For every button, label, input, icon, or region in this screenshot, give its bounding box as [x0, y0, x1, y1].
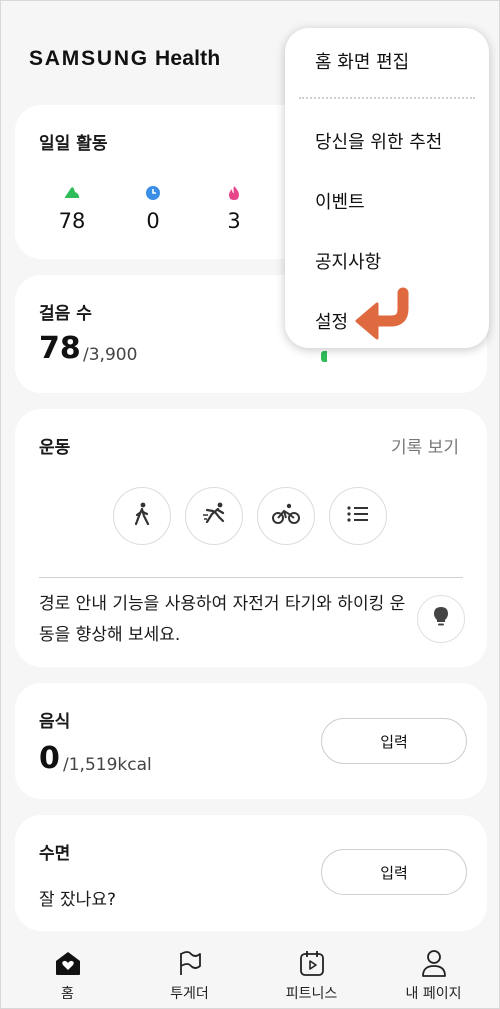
food-value: 0: [39, 741, 60, 776]
nav-home-label: 홈: [61, 986, 74, 1002]
food-title: 음식: [39, 712, 71, 732]
curved-arrow-icon: [353, 287, 417, 345]
lightbulb-icon: [433, 606, 449, 632]
shoe-icon: [52, 185, 92, 205]
steps-progress-indicator: [321, 351, 327, 362]
exercise-history-link[interactable]: 기록 보기: [391, 433, 459, 458]
activity-minutes: 0: [133, 185, 173, 233]
menu-item-recommendations[interactable]: 당신을 위한 추천: [315, 128, 442, 154]
food-goal: /1,519kcal: [63, 755, 152, 775]
steps-goal: /3,900: [83, 345, 138, 365]
exercise-card: 운동 기록 보기 경로 안내 기능을 사용하여 자전거 타기와 하이킹 운동을 …: [15, 409, 487, 667]
activity-calories-value: 3: [227, 209, 241, 233]
menu-item-settings[interactable]: 설정: [315, 308, 348, 334]
nav-home[interactable]: 홈: [5, 941, 130, 1003]
nav-fitness[interactable]: 피트니스: [249, 941, 374, 1003]
menu-separator: [299, 97, 475, 99]
daily-activity-title: 일일 활동: [39, 134, 108, 154]
sleep-card[interactable]: 수면 잘 잤나요? 입력: [15, 815, 487, 931]
bottom-navigation: 홈 투게더 피트니스 내 페이지: [1, 941, 499, 1008]
walking-button[interactable]: [113, 487, 171, 545]
food-card[interactable]: 음식 0 /1,519kcal 입력: [15, 683, 487, 799]
home-heart-icon: [5, 947, 130, 979]
flag-icon: [127, 947, 252, 979]
nav-together[interactable]: 투게더: [127, 941, 252, 1003]
fitness-calendar-icon: [249, 947, 374, 979]
cycling-icon: [272, 503, 300, 529]
nav-my-page-label: 내 페이지: [405, 986, 462, 1002]
steps-value: 78: [39, 331, 81, 366]
menu-item-events[interactable]: 이벤트: [315, 188, 365, 214]
nav-fitness-label: 피트니스: [285, 986, 338, 1002]
clock-icon: [133, 185, 173, 205]
sleep-input-button[interactable]: 입력: [321, 849, 467, 895]
app-name: Health: [155, 47, 221, 70]
exercise-title: 운동: [39, 438, 71, 458]
activity-steps: 78: [52, 185, 92, 233]
activity-calories: 3: [214, 185, 254, 233]
person-icon: [371, 947, 496, 979]
exercise-tip-text: 경로 안내 기능을 사용하여 자전거 타기와 하이킹 운동을 향상해 보세요.: [39, 594, 406, 645]
cycling-button[interactable]: [257, 487, 315, 545]
app-screen: SAMSUNG Health 일일 활동 78 0 3 걸음 수 78 /3,9: [0, 0, 500, 1009]
running-icon: [201, 502, 227, 530]
walking-icon: [131, 502, 153, 530]
exercise-list-button[interactable]: [329, 487, 387, 545]
brand-name: SAMSUNG: [29, 47, 149, 70]
steps-title: 걸음 수: [39, 304, 92, 324]
menu-item-notices[interactable]: 공지사항: [315, 248, 381, 274]
nav-my-page[interactable]: 내 페이지: [371, 941, 496, 1003]
activity-minutes-value: 0: [146, 209, 160, 233]
food-input-button[interactable]: 입력: [321, 718, 467, 764]
list-icon: [346, 505, 370, 527]
running-button[interactable]: [185, 487, 243, 545]
menu-item-edit-home[interactable]: 홈 화면 편집: [315, 48, 409, 74]
sleep-title: 수면: [39, 844, 71, 864]
tip-button[interactable]: [417, 595, 465, 643]
app-logo: SAMSUNG Health: [29, 47, 220, 71]
nav-together-label: 투게더: [170, 986, 209, 1002]
exercise-divider: [39, 577, 463, 578]
activity-steps-value: 78: [58, 209, 86, 233]
sleep-question: 잘 잤나요?: [39, 890, 116, 910]
flame-icon: [214, 185, 254, 205]
